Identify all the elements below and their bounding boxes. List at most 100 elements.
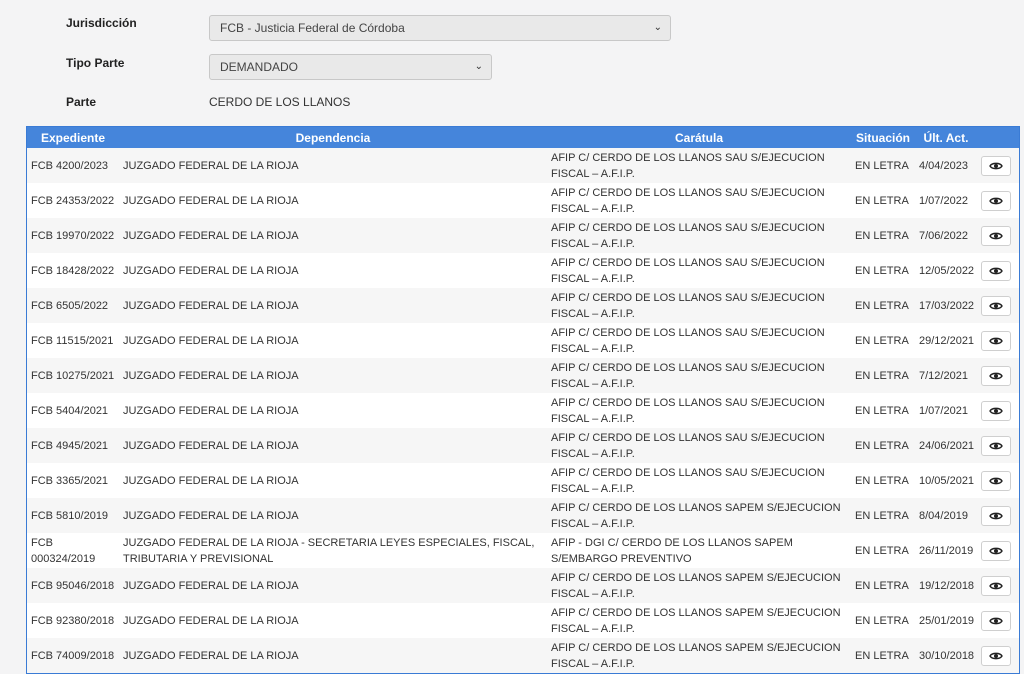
caratula-cell: AFIP C/ CERDO DE LOS LLANOS SAU S/EJECUC…	[547, 358, 851, 393]
jurisdiccion-label: Jurisdicción	[66, 16, 137, 30]
tipo-parte-select-value: DEMANDADO	[220, 60, 299, 74]
ult-act-cell: 7/12/2021	[915, 358, 977, 393]
expediente-cell: FCB 92380/2018	[27, 603, 119, 638]
eye-icon	[989, 337, 1003, 344]
eye-icon	[989, 442, 1003, 449]
ult-act-cell: 24/06/2021	[915, 428, 977, 463]
parte-value: CERDO DE LOS LLANOS	[209, 95, 351, 109]
eye-icon	[989, 302, 1003, 309]
action-cell	[977, 183, 1019, 218]
action-cell	[977, 603, 1019, 638]
ult-act-cell: 19/12/2018	[915, 568, 977, 603]
caratula-cell: AFIP C/ CERDO DE LOS LLANOS SAU S/EJECUC…	[547, 428, 851, 463]
jurisdiccion-select[interactable]: FCB - Justicia Federal de Córdoba ⌄	[209, 15, 671, 41]
eye-icon	[989, 582, 1003, 589]
table-body: FCB 4200/2023 JUZGADO FEDERAL DE LA RIOJA…	[27, 148, 1019, 673]
ult-act-cell: 4/04/2023	[915, 148, 977, 183]
table-row: FCB 6505/2022 JUZGADO FEDERAL DE LA RIOJA…	[27, 288, 1019, 323]
view-button[interactable]	[981, 400, 1011, 421]
view-button[interactable]	[981, 260, 1011, 281]
ult-act-cell: 10/05/2021	[915, 463, 977, 498]
table-row: FCB 11515/2021 JUZGADO FEDERAL DE LA RIOJ…	[27, 323, 1019, 358]
ult-act-cell: 30/10/2018	[915, 638, 977, 673]
action-cell	[977, 323, 1019, 358]
caratula-cell: AFIP C/ CERDO DE LOS LLANOS SAU S/EJECUC…	[547, 148, 851, 183]
table-row: FCB 95046/2018 JUZGADO FEDERAL DE LA RIOJ…	[27, 568, 1019, 603]
situacion-cell: EN LETRA	[851, 533, 915, 568]
situacion-cell: EN LETRA	[851, 288, 915, 323]
expediente-cell: FCB 74009/2018	[27, 638, 119, 673]
dependencia-cell: JUZGADO FEDERAL DE LA RIOJA	[119, 148, 547, 183]
expediente-cell: FCB 4200/2023	[27, 148, 119, 183]
expediente-cell: FCB 95046/2018	[27, 568, 119, 603]
header-actions	[977, 127, 1019, 148]
situacion-cell: EN LETRA	[851, 568, 915, 603]
view-button[interactable]	[981, 540, 1011, 561]
caratula-cell: AFIP C/ CERDO DE LOS LLANOS SAPEM S/EJEC…	[547, 568, 851, 603]
expediente-cell: FCB 19970/2022	[27, 218, 119, 253]
view-button[interactable]	[981, 645, 1011, 666]
table-row: FCB 74009/2018 JUZGADO FEDERAL DE LA RIOJ…	[27, 638, 1019, 673]
chevron-down-icon: ⌄	[653, 22, 662, 33]
dependencia-cell: JUZGADO FEDERAL DE LA RIOJA - SECRETARIA…	[119, 533, 547, 568]
caratula-cell: AFIP C/ CERDO DE LOS LLANOS SAU S/EJECUC…	[547, 288, 851, 323]
ult-act-cell: 8/04/2019	[915, 498, 977, 533]
action-cell	[977, 358, 1019, 393]
eye-icon	[989, 232, 1003, 239]
caratula-cell: AFIP C/ CERDO DE LOS LLANOS SAU S/EJECUC…	[547, 463, 851, 498]
situacion-cell: EN LETRA	[851, 498, 915, 533]
eye-icon	[989, 407, 1003, 414]
header-ult-act: Últ. Act.	[915, 127, 977, 148]
header-caratula: Carátula	[547, 127, 851, 148]
table-row: FCB 5810/2019 JUZGADO FEDERAL DE LA RIOJA…	[27, 498, 1019, 533]
view-button[interactable]	[981, 330, 1011, 351]
view-button[interactable]	[981, 365, 1011, 386]
eye-icon	[989, 197, 1003, 204]
eye-icon	[989, 512, 1003, 519]
caratula-cell: AFIP C/ CERDO DE LOS LLANOS SAPEM S/EJEC…	[547, 498, 851, 533]
table-row: FCB 10275/2021 JUZGADO FEDERAL DE LA RIOJ…	[27, 358, 1019, 393]
expediente-cell: FCB 11515/2021	[27, 323, 119, 358]
header-situacion: Situación	[851, 127, 915, 148]
dependencia-cell: JUZGADO FEDERAL DE LA RIOJA	[119, 393, 547, 428]
ult-act-cell: 25/01/2019	[915, 603, 977, 638]
view-button[interactable]	[981, 190, 1011, 211]
view-button[interactable]	[981, 155, 1011, 176]
view-button[interactable]	[981, 575, 1011, 596]
dependencia-cell: JUZGADO FEDERAL DE LA RIOJA	[119, 323, 547, 358]
table-row: FCB 3365/2021 JUZGADO FEDERAL DE LA RIOJA…	[27, 463, 1019, 498]
dependencia-cell: JUZGADO FEDERAL DE LA RIOJA	[119, 498, 547, 533]
view-button[interactable]	[981, 435, 1011, 456]
table-row: FCB 4945/2021 JUZGADO FEDERAL DE LA RIOJA…	[27, 428, 1019, 463]
view-button[interactable]	[981, 225, 1011, 246]
dependencia-cell: JUZGADO FEDERAL DE LA RIOJA	[119, 288, 547, 323]
tipo-parte-label: Tipo Parte	[66, 56, 125, 70]
action-cell	[977, 463, 1019, 498]
eye-icon	[989, 372, 1003, 379]
caratula-cell: AFIP C/ CERDO DE LOS LLANOS SAU S/EJECUC…	[547, 393, 851, 428]
caratula-cell: AFIP C/ CERDO DE LOS LLANOS SAPEM S/EJEC…	[547, 603, 851, 638]
action-cell	[977, 393, 1019, 428]
table-header-row: Expediente Dependencia Carátula Situació…	[27, 127, 1019, 148]
expediente-cell: FCB 3365/2021	[27, 463, 119, 498]
expediente-cell: FCB 5404/2021	[27, 393, 119, 428]
view-button[interactable]	[981, 295, 1011, 316]
action-cell	[977, 148, 1019, 183]
view-button[interactable]	[981, 610, 1011, 631]
situacion-cell: EN LETRA	[851, 393, 915, 428]
action-cell	[977, 428, 1019, 463]
view-button[interactable]	[981, 505, 1011, 526]
situacion-cell: EN LETRA	[851, 428, 915, 463]
eye-icon	[989, 547, 1003, 554]
header-expediente: Expediente	[27, 127, 119, 148]
tipo-parte-select[interactable]: DEMANDADO ⌄	[209, 54, 492, 80]
situacion-cell: EN LETRA	[851, 183, 915, 218]
table-row: FCB 24353/2022 JUZGADO FEDERAL DE LA RIOJ…	[27, 183, 1019, 218]
situacion-cell: EN LETRA	[851, 218, 915, 253]
expediente-cell: FCB 10275/2021	[27, 358, 119, 393]
dependencia-cell: JUZGADO FEDERAL DE LA RIOJA	[119, 218, 547, 253]
results-table: Expediente Dependencia Carátula Situació…	[27, 127, 1019, 673]
view-button[interactable]	[981, 470, 1011, 491]
ult-act-cell: 7/06/2022	[915, 218, 977, 253]
dependencia-cell: JUZGADO FEDERAL DE LA RIOJA	[119, 183, 547, 218]
